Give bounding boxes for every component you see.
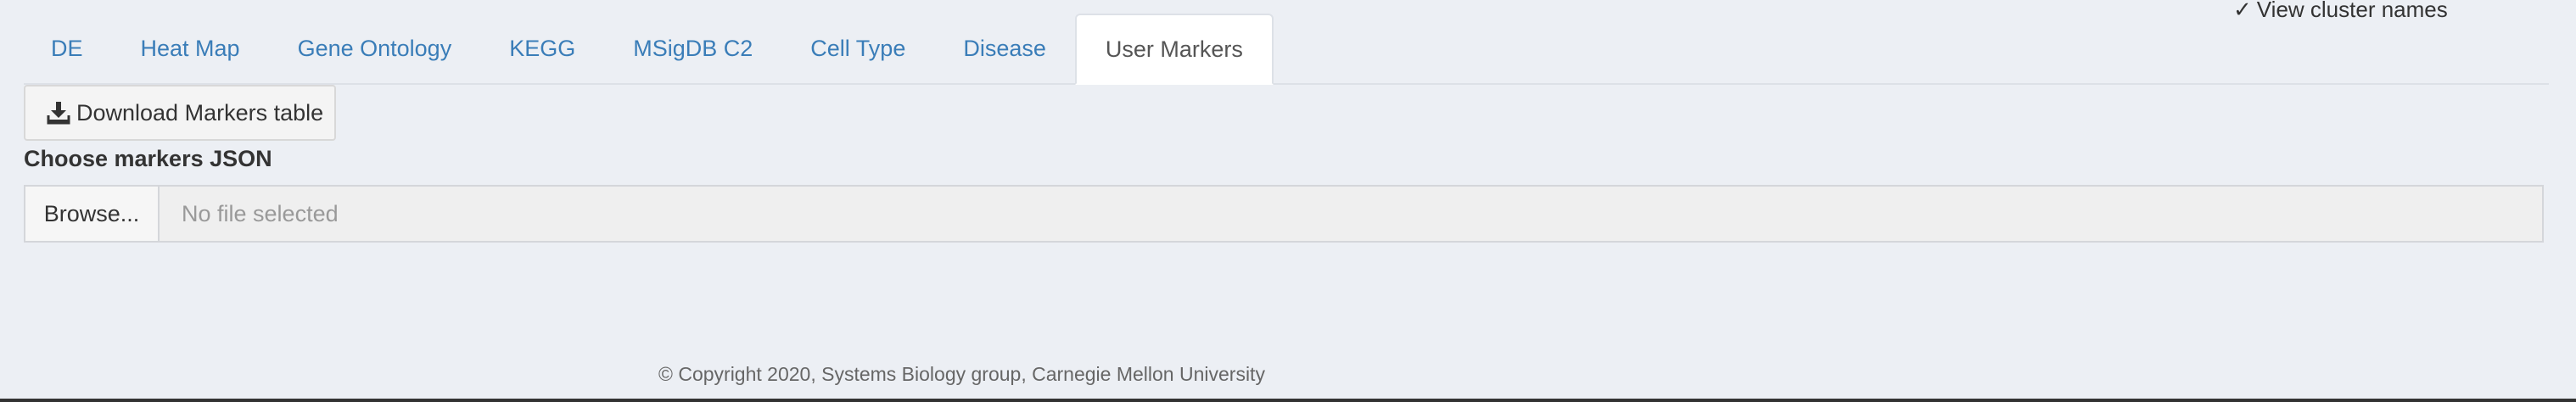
download-markers-button[interactable]: Download Markers table — [24, 85, 336, 141]
tab-de[interactable]: DE — [24, 14, 112, 83]
tab-gene-ontology[interactable]: Gene Ontology — [269, 14, 481, 83]
tab-heat-map[interactable]: Heat Map — [112, 14, 269, 83]
download-markers-label: Download Markers table — [76, 99, 324, 126]
tab-msigdb-c2[interactable]: MSigDB C2 — [604, 14, 781, 83]
footer-copyright: © Copyright 2020, Systems Biology group,… — [658, 363, 1265, 385]
tab-bar: DE Heat Map Gene Ontology KEGG MSigDB C2… — [24, 14, 2549, 85]
page-bottom-border — [0, 399, 2576, 402]
file-input: Browse... No file selected — [24, 185, 2544, 243]
file-name-field[interactable]: No file selected — [160, 187, 2542, 241]
tab-cell-type[interactable]: Cell Type — [781, 14, 934, 83]
browse-button[interactable]: Browse... — [25, 187, 160, 241]
tab-kegg[interactable]: KEGG — [480, 14, 604, 83]
tab-disease[interactable]: Disease — [934, 14, 1075, 83]
download-icon — [47, 102, 70, 125]
file-input-label: Choose markers JSON — [24, 146, 272, 171]
tab-user-markers[interactable]: User Markers — [1074, 14, 1274, 85]
